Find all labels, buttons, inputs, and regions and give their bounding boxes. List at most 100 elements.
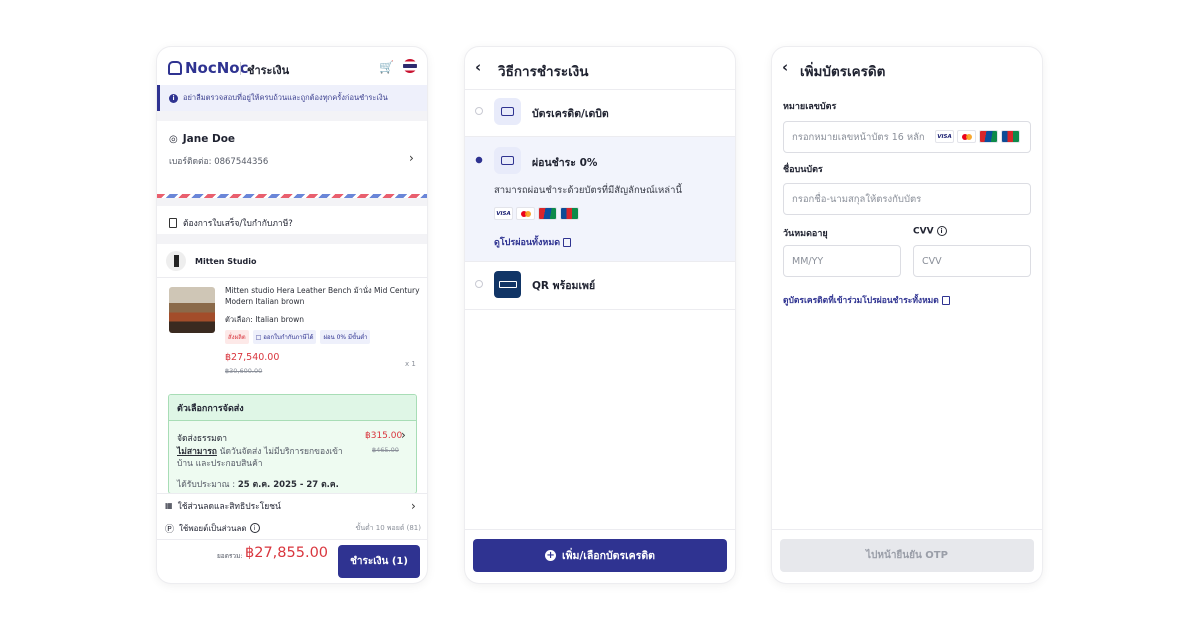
expiry-label: วันหมดอายุ: [783, 229, 828, 239]
notice-text: อย่าลืมตรวจสอบที่อยู่ให้ครบถ้วนและถูกต้อ…: [183, 93, 388, 102]
shipping-unable: ไม่สามารถ: [177, 447, 217, 457]
mastercard-icon: [957, 130, 976, 143]
product-qty: x 1: [405, 360, 416, 368]
shipping-options[interactable]: ตัวเลือกการจัดส่ง จัดส่งธรรมดา ไม่สามารถ…: [168, 394, 417, 494]
cart-icon[interactable]: 🛒: [379, 60, 394, 74]
divider: [465, 261, 735, 262]
total-label: ยอดรวม:: [217, 552, 243, 560]
shop-name[interactable]: Mitten Studio: [195, 257, 257, 266]
tax-invoice-label: ต้องการใบเสร็จ/ใบกำกับภาษี?: [183, 219, 293, 229]
shipping-heading: ตัวเลือกการจัดส่ง: [169, 395, 416, 421]
address-phone: เบอร์ติดต่อ: 0867544356: [169, 154, 268, 168]
eta-label: ได้รับประมาณ :: [177, 480, 236, 490]
credit-card-icon: [494, 98, 521, 125]
address-name-text: Jane Doe: [182, 133, 236, 145]
page-title: ชำระเงิน: [247, 64, 290, 77]
discount-row[interactable]: ▦ ใช้ส่วนลดและสิทธิประโยชน์ ›: [157, 493, 427, 517]
divider: [157, 277, 427, 278]
divider: [772, 529, 1042, 530]
cvv-info-icon[interactable]: i: [936, 226, 947, 236]
card-name-input[interactable]: [783, 183, 1031, 215]
thai-flag-icon[interactable]: [403, 59, 417, 73]
divider: [157, 539, 427, 540]
cvv-label-row: CVV i: [913, 226, 947, 237]
eta-value: 25 ต.ค. 2025 - 27 ต.ค.: [237, 480, 339, 490]
address-name[interactable]: ◎ Jane Doe: [169, 133, 235, 145]
radio-qr-promptpay[interactable]: [475, 280, 483, 288]
section-gap: [157, 234, 427, 244]
divider: [465, 309, 735, 310]
product-old-price: ฿30,600.00: [225, 367, 263, 375]
jcb-icon: [1001, 130, 1020, 143]
shipping-old-price: ฿465.00: [372, 446, 399, 454]
promptpay-icon: [494, 271, 521, 298]
shipping-chevron-icon[interactable]: ›: [401, 428, 406, 442]
tax-invoice-badge: □ ออกใบกำกับภาษีได้: [252, 330, 317, 344]
product-option: ตัวเลือก: Italian brown: [225, 315, 305, 324]
installment-desc: สามารถผ่อนชำระด้วยบัตรที่มีสัญลักษณ์เหล่…: [494, 185, 682, 196]
expiry-input[interactable]: [783, 245, 901, 277]
shipping-price: ฿315.00: [365, 431, 403, 441]
otp-button[interactable]: ไปหน้ายืนยัน OTP: [780, 539, 1034, 572]
product-image[interactable]: [169, 287, 215, 333]
card-name-label: ชื่อบนบัตร: [783, 165, 823, 175]
points-min: ขั้นต่ำ 10 พอยต์ (81): [355, 524, 421, 532]
shipping-eta: ได้รับประมาณ : 25 ต.ค. 2025 - 27 ต.ค.: [177, 477, 339, 491]
card-brands: VISA: [494, 207, 579, 220]
radio-installment[interactable]: [475, 156, 483, 164]
radio-credit-card[interactable]: [475, 107, 483, 115]
total-amount: ฿27,855.00: [245, 545, 329, 561]
section-gap: [157, 198, 427, 206]
divider: [465, 89, 735, 90]
product-tags: สั่งผลิต □ ออกใบกำกับภาษีได้ ผ่อน 0% มีข…: [225, 330, 371, 344]
visa-icon: VISA: [494, 207, 513, 220]
page-title: วิธีการชำระเงิน: [498, 64, 589, 80]
nocnoc-logo-icon: [168, 61, 182, 75]
add-card-label: เพิ่ม/เลือกบัตรเครดิต: [562, 550, 655, 562]
option-qr-promptpay[interactable]: QR พร้อมเพย์: [532, 277, 595, 294]
points-icon: Ⓟ: [165, 524, 175, 535]
points-info-icon[interactable]: i: [249, 523, 260, 533]
brand-name: NocNoc: [185, 59, 249, 77]
add-card-button[interactable]: + เพิ่ม/เลือกบัตรเครดิต: [473, 539, 727, 572]
info-icon: i: [169, 93, 178, 103]
installment-card-icon: [494, 147, 521, 174]
card-brand-icons: VISA: [935, 130, 1020, 143]
divider: [465, 529, 735, 530]
header-divider: [240, 62, 241, 75]
plus-icon: +: [545, 550, 557, 561]
points-label: ใช้พอยต์เป็นส่วนลด: [179, 523, 247, 533]
back-chevron-icon[interactable]: ‹: [782, 58, 788, 76]
location-pin-icon: ◎: [169, 134, 178, 145]
product-name: Mitten studio Hera Leather Bench ม้านั่ง…: [225, 286, 420, 306]
address-chevron-icon[interactable]: ›: [409, 151, 414, 165]
add-card-panel: ‹ เพิ่มบัตรเครดิต หมายเลขบัตร VISA ชื่อบ…: [772, 47, 1042, 583]
payment-method-panel: ‹ วิธีการชำระเงิน บัตรเครดิต/เดบิต ผ่อนช…: [465, 47, 735, 583]
product-price: ฿27,540.00: [225, 352, 280, 363]
promo-link-text: ดูบัตรเครดิตที่เข้าร่วมโปรผ่อนชำระทั้งหม…: [783, 296, 939, 306]
page-title: เพิ่มบัตรเครดิต: [800, 64, 886, 80]
installment-badge: ผ่อน 0% มีขั้นต่ำ: [320, 330, 371, 344]
ticket-icon: ▦: [165, 501, 173, 510]
cvv-label: CVV: [913, 226, 934, 237]
unionpay-icon: [979, 130, 998, 143]
shipping-type: จัดส่งธรรมดา: [177, 434, 228, 444]
brand-logo[interactable]: NocNoc: [168, 59, 249, 77]
view-promos-link[interactable]: ดูโปรผ่อนทั้งหมด: [494, 235, 572, 249]
made-to-order-badge: สั่งผลิต: [225, 330, 249, 344]
list-icon: [563, 238, 572, 247]
discount-chevron-icon: ›: [411, 499, 416, 513]
mastercard-icon: [516, 207, 535, 220]
back-chevron-icon[interactable]: ‹: [475, 58, 481, 76]
card-number-label: หมายเลขบัตร: [783, 102, 837, 112]
option-credit-card[interactable]: บัตรเครดิต/เดบิต: [532, 105, 609, 122]
list-icon: [941, 296, 950, 305]
section-gap: [157, 111, 427, 121]
participating-cards-link[interactable]: ดูบัตรเครดิตที่เข้าร่วมโปรผ่อนชำระทั้งหม…: [783, 293, 950, 307]
pay-button[interactable]: ชำระเงิน (1): [338, 545, 420, 578]
receipt-icon: [169, 218, 177, 228]
option-installment[interactable]: ผ่อนชำระ 0%: [532, 154, 597, 171]
tax-invoice-toggle[interactable]: ต้องการใบเสร็จ/ใบกำกับภาษี?: [169, 216, 293, 230]
cvv-input[interactable]: [913, 245, 1031, 277]
shop-avatar: [166, 251, 186, 271]
